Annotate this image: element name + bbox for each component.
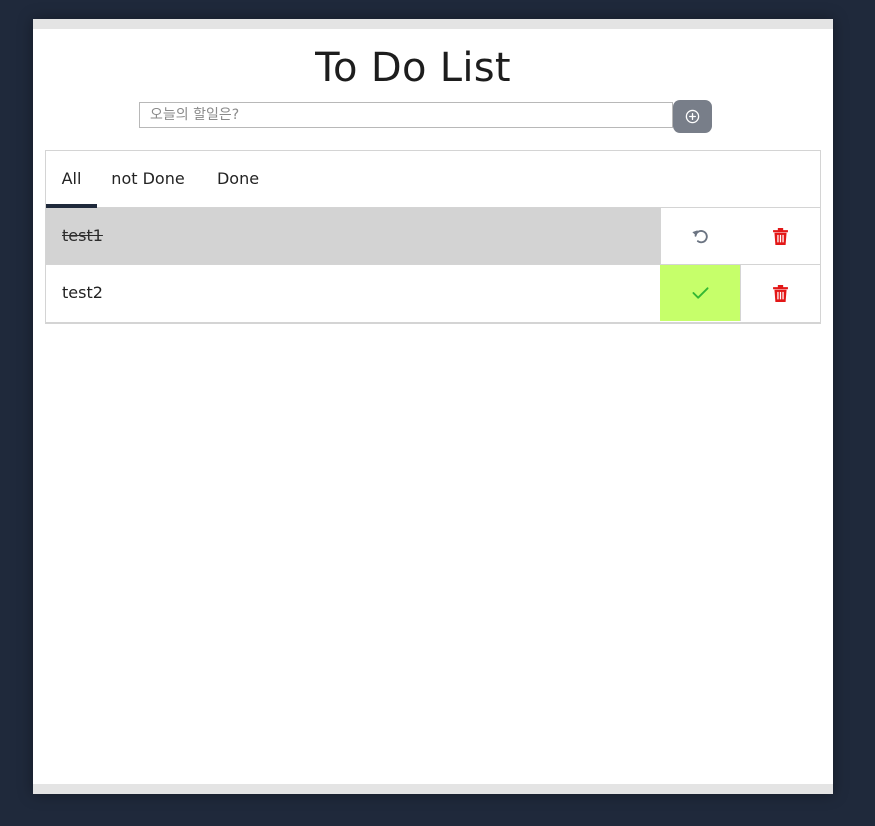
undo-button[interactable] [660,208,740,264]
add-task-button[interactable] [673,100,712,133]
card-bottom-bar [33,784,833,794]
plus-circle-icon [685,109,700,124]
task-text-cell: test1 [46,208,660,264]
task-input[interactable] [139,102,673,128]
filter-tabs: All not Done Done [46,151,820,208]
task-panel: All not Done Done test1 test2 [45,150,821,324]
task-text: test1 [62,226,103,245]
tab-not-done[interactable]: not Done [108,151,188,207]
delete-button[interactable] [740,208,820,264]
complete-button[interactable] [660,265,740,321]
trash-icon [772,227,788,245]
task-text: test2 [62,283,103,302]
todo-card: To Do List All not Done Done test1 [33,19,833,794]
task-row: test1 [46,208,820,265]
undo-icon [692,228,709,245]
card-top-bar [33,19,833,29]
page-title: To Do List [315,45,511,91]
tab-all[interactable]: All [46,151,97,207]
task-text-cell: test2 [46,265,660,321]
tab-done[interactable]: Done [212,151,264,207]
delete-button[interactable] [740,265,820,321]
trash-icon [773,284,788,302]
task-row: test2 [46,265,820,321]
check-icon [691,286,709,300]
